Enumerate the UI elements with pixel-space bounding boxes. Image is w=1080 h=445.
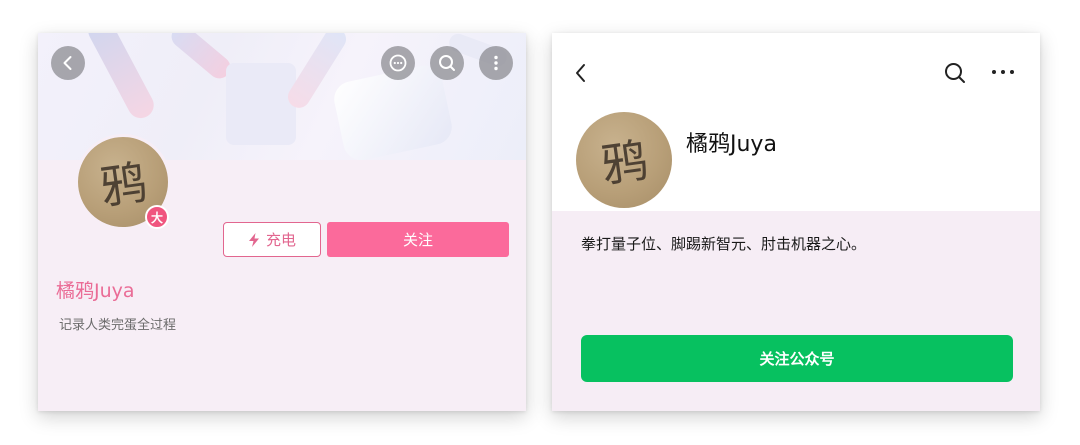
charge-button[interactable]: 充电 bbox=[223, 222, 321, 257]
follow-account-button[interactable]: 关注公众号 bbox=[581, 335, 1013, 382]
more-button[interactable] bbox=[479, 46, 513, 80]
more-horizontal-icon[interactable] bbox=[990, 65, 1016, 79]
username: 橘鸦Juya bbox=[56, 280, 135, 302]
chevron-left-icon[interactable] bbox=[572, 61, 590, 85]
follow-button[interactable]: 关注 bbox=[327, 222, 509, 257]
signature: 记录人类完蛋全过程 bbox=[59, 318, 177, 333]
follow-label: 关注 bbox=[402, 231, 433, 249]
avatar-image: 鸦 bbox=[597, 133, 651, 193]
message-button[interactable] bbox=[381, 46, 415, 80]
charge-label: 充电 bbox=[265, 231, 296, 249]
lightning-icon bbox=[248, 232, 259, 247]
back-button[interactable] bbox=[51, 46, 85, 80]
wechat-account-card: 鸦 橘鸦Juya 拳打量子位、脚踢新智元、肘击机器之心。 关注公众号 bbox=[552, 33, 1040, 411]
bilibili-profile-card: 鸦 大 充电 关注 橘鸦Juya 记录人类完蛋全过程 bbox=[38, 33, 526, 411]
account-description: 拳打量子位、脚踢新智元、肘击机器之心。 bbox=[581, 235, 867, 253]
follow-account-label: 关注公众号 bbox=[759, 350, 835, 368]
chevron-left-icon bbox=[63, 56, 72, 70]
more-vertical-icon bbox=[494, 55, 498, 71]
chat-bubble-icon bbox=[389, 54, 407, 72]
account-name: 橘鸦Juya bbox=[686, 132, 777, 157]
search-icon bbox=[439, 55, 455, 71]
search-icon[interactable] bbox=[943, 61, 967, 85]
search-button[interactable] bbox=[430, 46, 464, 80]
avatar[interactable]: 鸦 bbox=[576, 112, 672, 208]
vip-badge: 大 bbox=[145, 205, 169, 229]
